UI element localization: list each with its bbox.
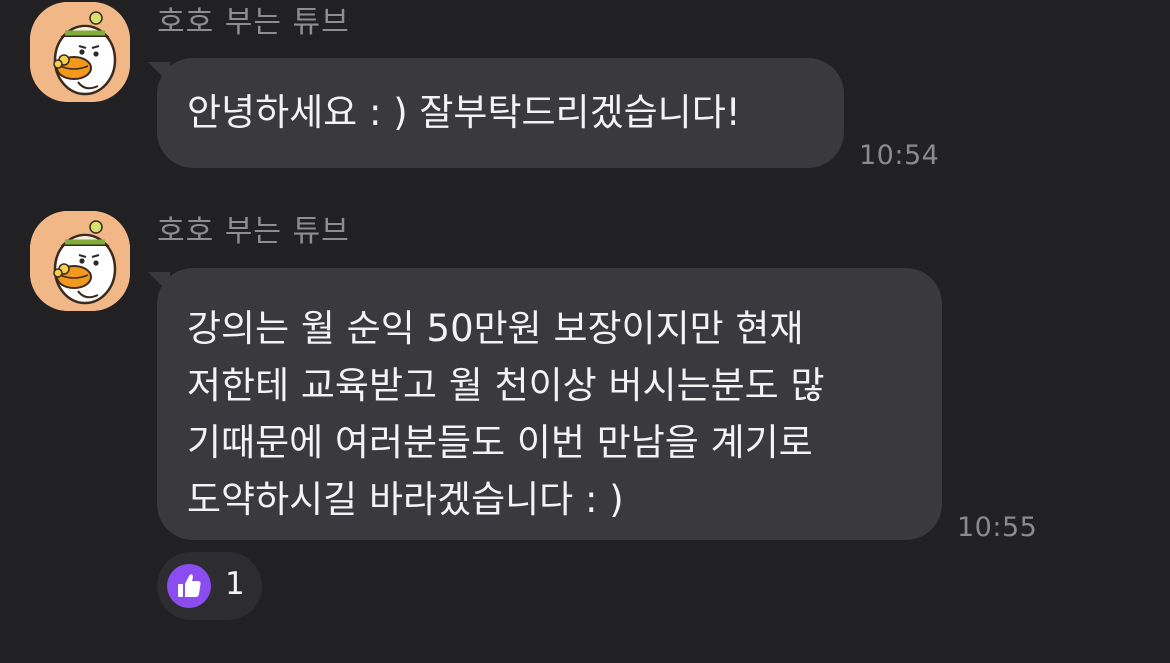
message-time: 10:54 [859, 140, 940, 171]
reaction-badge[interactable]: 1 [157, 552, 262, 620]
message-text: 안녕하세요 : ) 잘부탁드리겠습니다! [187, 91, 741, 134]
message-text: 강의는 월 순익 50만원 보장이지만 현재 저한테 교육받고 월 천이상 버시… [187, 307, 825, 521]
tube-character-avatar-icon [30, 211, 130, 311]
message-bubble[interactable]: 강의는 월 순익 50만원 보장이지만 현재 저한테 교육받고 월 천이상 버시… [157, 268, 942, 540]
reaction-count: 1 [225, 566, 245, 602]
message-bubble[interactable]: 안녕하세요 : ) 잘부탁드리겠습니다! [157, 58, 844, 168]
sender-avatar[interactable] [30, 211, 130, 311]
message-time: 10:55 [957, 512, 1038, 543]
tube-character-avatar-icon [30, 2, 130, 102]
sender-name: 호호 부는 튜브 [157, 5, 350, 40]
sender-name: 호호 부는 튜브 [157, 214, 350, 249]
thumbs-up-icon [167, 564, 211, 608]
sender-avatar[interactable] [30, 2, 130, 102]
